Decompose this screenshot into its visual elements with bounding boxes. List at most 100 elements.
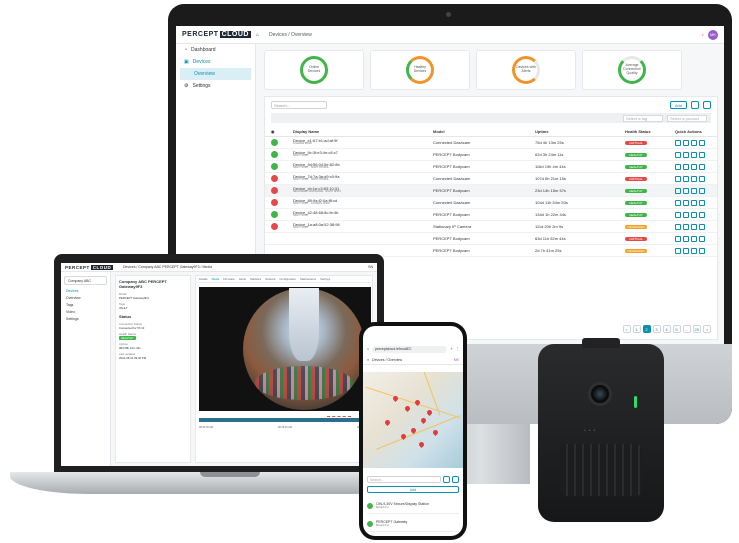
app-logo[interactable]: PERCEPT CLOUD — [65, 264, 115, 270]
video-player[interactable] — [199, 287, 371, 411]
device-name-cell[interactable]: Device_e1:67:b1:ad:af:9f LOADING DOCK — [293, 138, 433, 146]
add-icon[interactable] — [691, 187, 697, 194]
tag-select[interactable]: Select a tag — [623, 114, 663, 122]
column-header[interactable]: Health Status — [625, 129, 675, 134]
video-icon[interactable] — [675, 175, 681, 182]
list-item[interactable]: PERCEPT Gateway Moved 4 H — [367, 516, 459, 532]
avatar[interactable]: MK — [708, 29, 718, 40]
view-icon[interactable] — [683, 187, 689, 194]
video-icon[interactable] — [675, 223, 681, 230]
video-icon[interactable] — [675, 199, 681, 206]
sidebar-item-video[interactable]: Video — [61, 308, 110, 315]
device-name-cell[interactable]: Device_42:48:68:8c:fe:4b NIGHT SHIFT — [293, 210, 433, 218]
table-row[interactable]: Device_e1:67:b1:ad:af:9f LOADING DOCK Conn… — [265, 137, 717, 149]
add-tab-icon[interactable]: + — [450, 347, 452, 351]
page-button[interactable]: ... — [682, 325, 691, 333]
refresh-icon[interactable] — [452, 476, 459, 483]
filter-icon[interactable] — [691, 101, 699, 109]
view-icon[interactable] — [683, 223, 689, 230]
video-icon[interactable] — [675, 187, 681, 194]
alert-icon[interactable] — [699, 151, 705, 158]
home-icon[interactable]: ⌂ — [256, 32, 259, 38]
list-item[interactable]: CIN-9-30V Secure/Display Station Moved 4 … — [367, 498, 459, 514]
tab-firmware[interactable]: Firmware — [223, 277, 235, 281]
tab-alerts[interactable]: Alerts — [239, 277, 246, 281]
page-button[interactable]: > — [703, 325, 711, 333]
sidebar-item-devices[interactable]: Devices — [61, 287, 110, 294]
table-row[interactable]: Device_1a:a8:0a:52:38:96 NIGHT SHIFT Stati… — [265, 221, 717, 233]
video-timeline[interactable] — [199, 416, 371, 422]
add-icon[interactable] — [691, 163, 697, 170]
video-icon[interactable] — [675, 139, 681, 146]
company-selector[interactable]: Company ABC — [64, 276, 107, 285]
tab-statistics[interactable]: Statistics — [250, 277, 261, 281]
device-name-cell[interactable]: Device_9c:3f:e3:4e:c8:c7 NIGHT SHIFT — [293, 150, 433, 158]
video-icon[interactable] — [675, 211, 681, 218]
card-online-devices[interactable]: Online Devices — [264, 50, 364, 90]
sidebar-item-devices[interactable]: ▣ Devices — [176, 56, 255, 68]
video-icon[interactable] — [675, 235, 681, 242]
alert-icon[interactable] — [699, 187, 705, 194]
add-icon[interactable] — [691, 199, 697, 206]
sidebar-item-tags[interactable]: Tags — [61, 301, 110, 308]
table-row[interactable]: PERCEPT Bodycam 63d 11h 52m 44s CRITICAL — [265, 233, 717, 245]
view-icon[interactable] — [683, 211, 689, 218]
video-icon[interactable] — [675, 247, 681, 254]
card-healthy-devices[interactable]: Healthy Devices — [370, 50, 470, 90]
view-icon[interactable] — [683, 163, 689, 170]
sidebar-item-settings[interactable]: Settings — [61, 315, 110, 322]
page-button[interactable]: 2 — [642, 325, 651, 333]
page-button[interactable]: 5 — [672, 325, 681, 333]
device-name-cell[interactable]: Device_89:9a:f2:0a:f8:cd NIGHT SHIFT · LO… — [293, 198, 433, 206]
add-icon[interactable] — [691, 223, 697, 230]
table-row[interactable]: Device_cb:1e:c3:83:10:31 SECONDARY ENTRAN… — [265, 185, 717, 197]
alert-icon[interactable] — [699, 199, 705, 206]
alert-icon[interactable] — [699, 223, 705, 230]
menu-icon[interactable]: ≡ — [367, 358, 369, 362]
sidebar-item-dashboard[interactable]: ◔ Dashboard — [176, 44, 255, 56]
table-row[interactable]: Device_89:9a:f2:0a:f8:cd NIGHT SHIFT · LO… — [265, 197, 717, 209]
product-select[interactable]: Select a product — [667, 114, 707, 122]
device-name-cell[interactable]: Device_cb:1e:c3:83:10:31 SECONDARY ENTRAN… — [293, 186, 433, 194]
tab-settings[interactable]: Settings — [320, 277, 330, 281]
device-name-cell[interactable]: Device_7d:7a:3a:d9:c0:9a NIGHT SHIFT · NI… — [293, 174, 433, 182]
device-name-cell[interactable]: Device_1a:a8:0a:52:38:96 NIGHT SHIFT — [293, 222, 433, 230]
app-logo[interactable]: PERCEPT CLOUD — [176, 31, 256, 38]
device-map[interactable] — [363, 372, 463, 468]
view-icon[interactable] — [683, 175, 689, 182]
map-pin-icon[interactable] — [417, 440, 426, 449]
view-icon[interactable] — [683, 247, 689, 254]
card-connection-quality[interactable]: Average Connection Quality — [582, 50, 682, 90]
add-icon[interactable] — [691, 235, 697, 242]
add-icon[interactable] — [691, 139, 697, 146]
alert-icon[interactable] — [699, 211, 705, 218]
table-row[interactable]: Device_9d:56:04:5e:82:8b NIGHT SHIFT · NI… — [265, 161, 717, 173]
search-input[interactable]: Search... — [271, 101, 327, 109]
tab-media[interactable]: Media — [212, 277, 220, 281]
table-row[interactable]: Device_42:48:68:8c:fe:4b NIGHT SHIFT PERCE… — [265, 209, 717, 221]
tab-configuration[interactable]: Configuration — [279, 277, 296, 281]
avatar[interactable]: SN — [368, 265, 373, 269]
search-input[interactable]: Search... — [367, 476, 441, 483]
add-icon[interactable] — [691, 151, 697, 158]
refresh-icon[interactable] — [703, 101, 711, 109]
add-icon[interactable] — [691, 175, 697, 182]
url-field[interactable]: perceptcloud.iefnoutEC — [372, 345, 448, 353]
table-row[interactable]: Device_9c:3f:e3:4e:c8:c7 NIGHT SHIFT PERCE… — [265, 149, 717, 161]
map-pin-icon[interactable] — [425, 408, 434, 417]
tab-maintenance[interactable]: Maintenance — [300, 277, 316, 281]
column-header[interactable]: Display Name — [293, 129, 433, 134]
map-pin-icon[interactable] — [391, 394, 400, 403]
map-pin-icon[interactable] — [403, 404, 412, 413]
view-icon[interactable] — [683, 235, 689, 242]
map-pin-icon[interactable] — [419, 416, 428, 425]
alert-icon[interactable] — [699, 235, 705, 242]
page-button[interactable]: 4 — [662, 325, 671, 333]
filter-icon[interactable] — [443, 476, 450, 483]
table-row[interactable]: Device_7d:7a:3a:d9:c0:9a NIGHT SHIFT · NI… — [265, 173, 717, 185]
device-name-cell[interactable]: Device_9d:56:04:5e:82:8b NIGHT SHIFT · NI… — [293, 162, 433, 170]
alert-icon[interactable] — [699, 139, 705, 146]
column-header[interactable]: Uptime — [535, 129, 625, 134]
sidebar-item-settings[interactable]: ⚙ Settings — [176, 80, 255, 92]
card-devices-with-alerts[interactable]: Devices with Alerts — [476, 50, 576, 90]
